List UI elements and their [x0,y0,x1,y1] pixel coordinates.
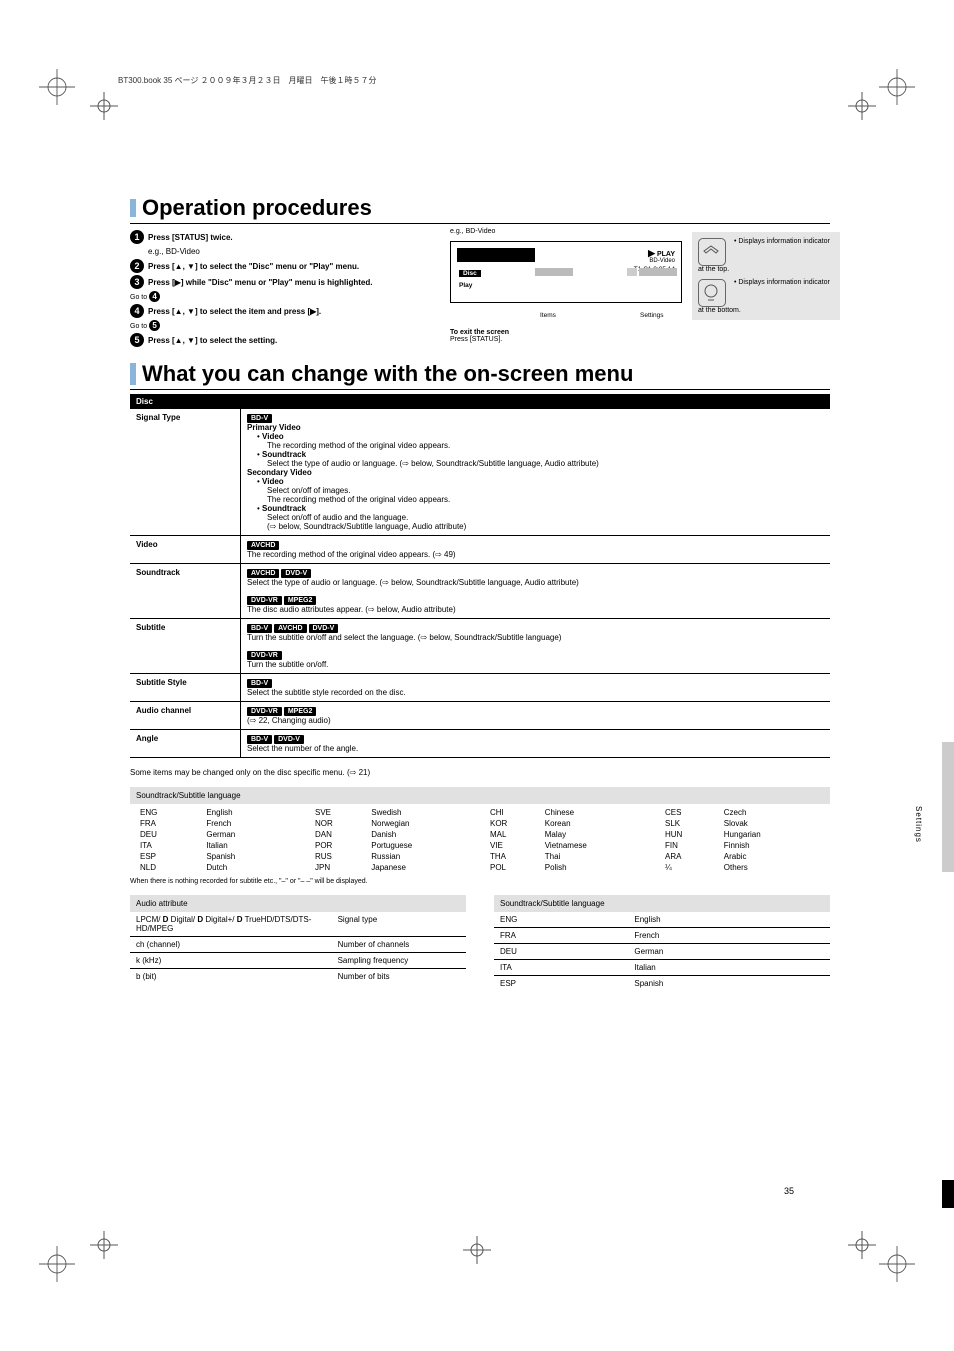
disc-header: Disc [130,395,830,409]
cropmark-top-left [30,60,110,140]
step-2-num: 2 [130,259,144,273]
exit-heading: To exit the screen [450,329,509,336]
cropmark-top-right [844,60,924,140]
section-accent [130,199,136,217]
section-title: What you can change with the on-screen m… [142,361,633,386]
row-audio-channel: Audio channel [130,701,241,729]
section-op-proc: Operation procedures 1 Press [STATUS] twi… [130,195,830,347]
illustration-area: e.g., BD-Video ▶ PLAY BD-Video T1 C1 0:0… [450,228,830,343]
cropmark-bottom-right [844,1211,924,1291]
exit-how: Press [STATUS]. [450,336,502,343]
registration-icon [30,60,84,114]
cross-icon [86,88,122,124]
print-header: BT300.book 35 ページ ２００９年３月２３日 月曜日 午後１時５７分 [118,75,377,86]
lang-header-2: Soundtrack/Subtitle language [494,895,830,912]
step-3-text: Press [▶] while "Disc" menu or "Play" me… [148,278,372,287]
row-subtitle-style: Subtitle Style [130,673,241,701]
disc-table: Disc Signal Type BD-V Primary Video • Vi… [130,394,830,766]
lang-header: Soundtrack/Subtitle language [130,787,830,804]
step-1-num: 1 [130,230,144,244]
step-5-text: Press [▲, ▼] to select the setting. [148,336,277,345]
side-tab-marker [942,1180,954,1208]
cropmark-bottom-left [30,1211,110,1291]
info-pointer-up-icon [698,238,726,266]
lang-table: ENGEnglishFRAFrenchDEUGermanITAItalianES… [130,804,830,876]
section-accent [130,363,136,385]
eg-label: e.g., BD-Video [450,228,495,235]
step-4-num: 4 [130,304,144,318]
disc-note: Some items may be changed only on the di… [130,768,830,777]
side-tab [942,742,954,872]
status-display-example: ▶ PLAY BD-Video T1 C1 0:05.14 Disc Play [450,241,682,303]
row-soundtrack: Soundtrack [130,563,241,618]
row-video: Video [130,535,241,563]
lang-table-2: ENGEnglishFRAFrenchDEUGermanITAItalianES… [494,912,830,991]
step-5-num: 5 [130,333,144,347]
info-lamp-icon [698,279,726,307]
audio-attr-header: Audio attribute [130,895,466,912]
cropmark-bottom-center [459,1232,495,1270]
lang-note: When there is nothing recorded for subti… [130,878,830,885]
section-title: Operation procedures [142,195,372,220]
section-what-change: What you can change with the on-screen m… [130,361,830,991]
step-3-num: 3 [130,275,144,289]
audio-attr-table: LPCM/ D Digital/ D Digital+/ D TrueHD/DT… [130,912,466,984]
step-2-note: e.g., BD-Video [148,246,450,257]
side-tab-label: Settings [914,806,923,843]
page-number: 35 [784,1186,794,1196]
step-4-text: Press [▲, ▼] to select the item and pres… [148,307,321,316]
step-1-text: Press [STATUS] twice. [148,233,233,242]
row-subtitle: Subtitle [130,618,241,673]
step-2-text: Press [▲, ▼] to select the "Disc" menu o… [148,262,359,271]
row-angle: Angle [130,729,241,757]
row-signal-type: Signal Type [130,409,241,536]
